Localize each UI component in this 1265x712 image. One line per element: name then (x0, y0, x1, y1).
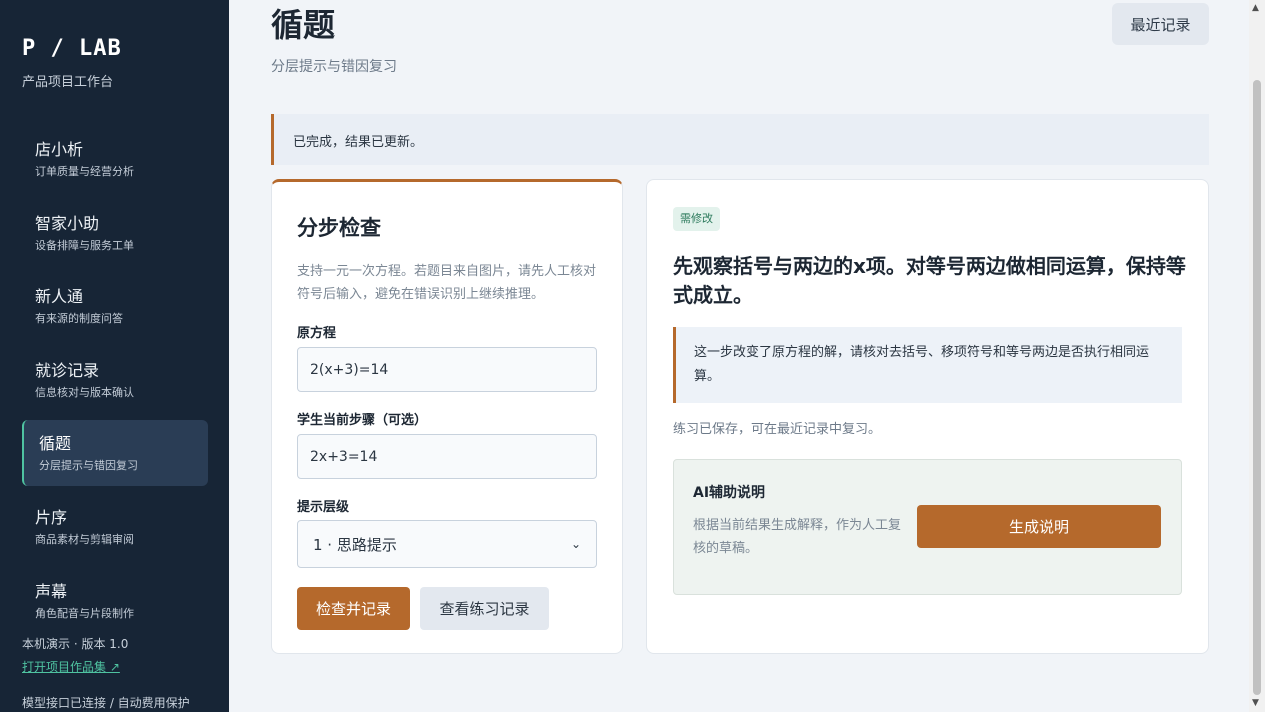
sidebar-item-xunti[interactable]: 循题 分层提示与错因复习 (22, 420, 208, 487)
scroll-down-icon[interactable]: ▼ (1252, 698, 1259, 708)
check-and-record-button[interactable]: 检查并记录 (297, 587, 410, 630)
sidebar-item-label: 循题 (39, 434, 72, 454)
sidebar-item-sublabel: 信息核对与版本确认 (35, 385, 134, 399)
sidebar-item-label: 声幕 (35, 581, 68, 601)
saved-message: 练习已保存，可在最近记录中复习。 (673, 422, 882, 437)
ai-explanation-panel: AI辅助说明 根据当前结果生成解释，作为人工复核的草稿。 生成说明 (673, 459, 1182, 595)
scroll-up-icon[interactable]: ▲ (1252, 3, 1259, 13)
view-practice-history-button[interactable]: 查看练习记录 (420, 587, 549, 630)
sidebar-item-jiuzhenjilu[interactable]: 就诊记录 信息核对与版本确认 (22, 347, 208, 413)
sidebar-item-dianxiaoxi[interactable]: 店小析 订单质量与经营分析 (22, 126, 208, 192)
hint-level-label: 提示层级 (297, 500, 350, 515)
card-title: 分步检查 (297, 216, 381, 240)
app-logo: P / LAB (22, 36, 122, 61)
version-label: 本机演示 · 版本 1.0 (22, 637, 129, 651)
ai-panel-description: 根据当前结果生成解释，作为人工复核的草稿。 (693, 518, 902, 556)
hint-level-select[interactable]: 1 · 思路提示 ⌄ (297, 520, 597, 568)
sidebar-item-sublabel: 商品素材与剪辑审阅 (35, 532, 134, 546)
sidebar-item-sublabel: 订单质量与经营分析 (35, 165, 134, 178)
step-check-card: 分步检查 支持一元一次方程。若题目来自图片，请先人工核对符号后输入，避免在错误识… (271, 179, 623, 654)
portfolio-link[interactable]: 打开项目作品集 ↗ (22, 658, 120, 675)
sidebar-item-label: 店小析 (35, 140, 84, 159)
result-title: 先观察括号与两边的x项。对等号两边做相同运算，保持等式成立。 (673, 254, 1186, 307)
api-status: 模型接口已连接 / 自动费用保护 (22, 696, 190, 710)
page-title: 循题 (271, 6, 336, 44)
sidebar-item-sublabel: 分层提示与错因复习 (39, 459, 138, 473)
hint-level-value: 1 · 思路提示 (313, 535, 397, 554)
result-note: 这一步改变了原方程的解，请核对去括号、移项符号和等号两边是否执行相同运算。 (673, 327, 1182, 403)
sidebar-item-shengmu[interactable]: 声幕 角色配音与片段制作 (22, 568, 208, 634)
step-input[interactable] (297, 434, 597, 479)
sidebar-item-sublabel: 设备排障与服务工单 (35, 238, 134, 252)
scrollbar-thumb[interactable] (1253, 80, 1261, 695)
sidebar-item-pianxu[interactable]: 片序 商品素材与剪辑审阅 (22, 494, 208, 560)
sidebar-item-label: 智家小助 (35, 213, 100, 233)
recent-records-button[interactable]: 最近记录 (1112, 3, 1209, 45)
result-card: 需修改 先观察括号与两边的x项。对等号两边做相同运算，保持等式成立。 这一步改变… (646, 179, 1209, 654)
chevron-down-icon: ⌄ (570, 537, 581, 551)
sidebar-item-sublabel: 角色配音与片段制作 (35, 606, 134, 620)
card-description: 支持一元一次方程。若题目来自图片，请先人工核对符号后输入，避免在错误识别上继续推… (297, 264, 597, 302)
equation-input[interactable] (297, 347, 597, 392)
status-alert: 已完成，结果已更新。 (271, 114, 1209, 165)
sidebar: P / LAB 产品项目工作台 店小析 订单质量与经营分析 智家小助 设备排障与… (0, 0, 229, 712)
sidebar-item-xinrentong[interactable]: 新人通 有来源的制度问答 (22, 273, 208, 339)
ai-panel-title: AI辅助说明 (693, 485, 766, 501)
sidebar-item-label: 片序 (35, 507, 68, 527)
sidebar-nav: 店小析 订单质量与经营分析 智家小助 设备排障与服务工单 新人通 有来源的制度问… (22, 126, 208, 641)
sidebar-item-zhijiaxiaozhu[interactable]: 智家小助 设备排障与服务工单 (22, 200, 208, 266)
sidebar-item-label: 新人通 (35, 287, 84, 307)
page-scrollbar[interactable]: ▲ ▼ (1249, 0, 1265, 712)
sidebar-item-sublabel: 有来源的制度问答 (35, 312, 123, 326)
step-label: 学生当前步骤（可选） (297, 413, 428, 428)
status-badge: 需修改 (673, 207, 720, 231)
sidebar-item-label: 就诊记录 (35, 360, 100, 380)
equation-label: 原方程 (297, 326, 337, 341)
generate-explanation-button[interactable]: 生成说明 (917, 505, 1161, 548)
app-subtitle: 产品项目工作台 (22, 75, 114, 90)
page-subtitle: 分层提示与错因复习 (271, 59, 397, 75)
